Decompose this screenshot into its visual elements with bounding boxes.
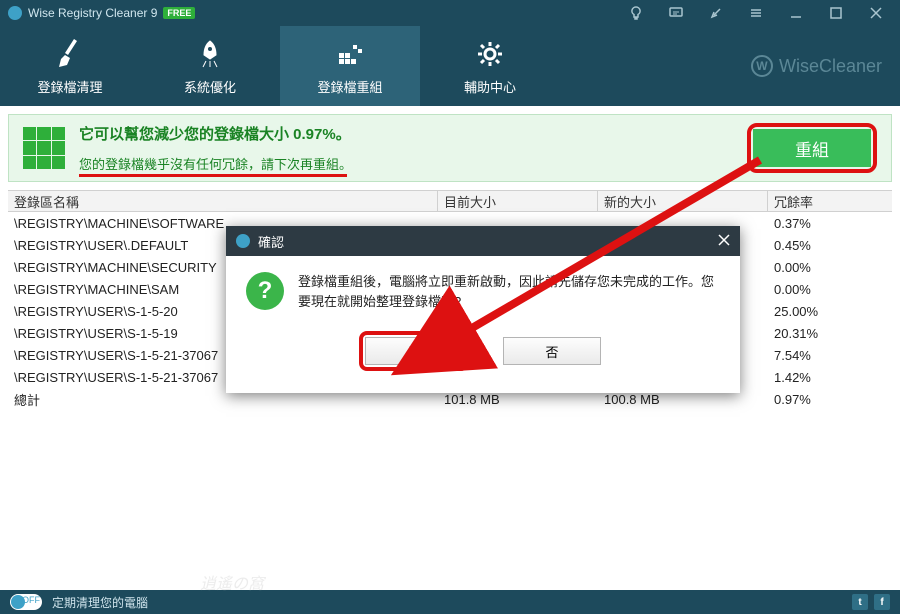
lightbulb-icon[interactable] <box>616 0 656 26</box>
rocket-icon <box>193 37 227 71</box>
col-new[interactable]: 新的大小 <box>598 191 768 211</box>
minimize-button[interactable] <box>776 0 816 26</box>
cell-ratio: 25.00% <box>768 304 892 319</box>
brand-text: WiseCleaner <box>779 56 882 77</box>
defrag-icon <box>333 37 367 71</box>
social-links: t f <box>852 594 890 610</box>
status-bar: OFF 定期清理您的電腦 t f <box>0 590 900 614</box>
brush-icon <box>53 37 87 71</box>
cell-ratio: 20.31% <box>768 326 892 341</box>
tab-label: 系統優化 <box>184 77 236 96</box>
col-name[interactable]: 登錄區名稱 <box>8 191 438 211</box>
wisecleaner-icon: W <box>751 55 773 77</box>
gear-icon <box>473 37 507 71</box>
tab-registry-clean[interactable]: 登錄檔清理 <box>0 26 140 106</box>
app-title: Wise Registry Cleaner 9 <box>28 6 157 20</box>
dialog-message: 登錄檔重組後，電腦將立即重新啟動，因此請先儲存您未完成的工作。您要現在就開始整理… <box>298 272 720 311</box>
tab-label: 輔助中心 <box>464 77 516 96</box>
tab-label: 登錄檔清理 <box>37 77 102 96</box>
question-icon: ? <box>246 272 284 310</box>
tab-system-optimize[interactable]: 系統優化 <box>140 26 280 106</box>
cell-new: 100.8 MB <box>598 392 768 407</box>
window-titlebar: Wise Registry Cleaner 9 FREE <box>0 0 900 26</box>
app-logo-icon <box>8 6 22 20</box>
cell-ratio: 0.00% <box>768 282 892 297</box>
col-ratio[interactable]: 冗餘率 <box>768 191 892 211</box>
red-highlight-annotation: 是 <box>359 331 469 371</box>
dialog-titlebar: 確認 <box>226 226 740 256</box>
settings-icon[interactable] <box>696 0 736 26</box>
cell-ratio: 0.97% <box>768 392 892 407</box>
table-header: 登錄區名稱 目前大小 新的大小 冗餘率 <box>8 190 892 212</box>
close-button[interactable] <box>856 0 896 26</box>
confirm-dialog: 確認 ? 登錄檔重組後，電腦將立即重新啟動，因此請先儲存您未完成的工作。您要現在… <box>226 226 740 393</box>
maximize-button[interactable] <box>816 0 856 26</box>
cell-ratio: 7.54% <box>768 348 892 363</box>
free-badge: FREE <box>163 7 195 19</box>
dialog-logo-icon <box>236 234 250 248</box>
facebook-icon[interactable]: f <box>874 594 890 610</box>
tab-help-center[interactable]: 輔助中心 <box>420 26 560 106</box>
tab-registry-defrag[interactable]: 登錄檔重組 <box>280 26 420 106</box>
twitter-icon[interactable]: t <box>852 594 868 610</box>
cell-current: 101.8 MB <box>438 392 598 407</box>
banner-title: 它可以幫您減少您的登錄檔大小 0.97%。 <box>79 123 352 144</box>
yes-button[interactable]: 是 <box>365 337 463 365</box>
cell-ratio: 0.37% <box>768 216 892 231</box>
brand-logo: W WiseCleaner <box>751 55 882 77</box>
cell-ratio: 1.42% <box>768 370 892 385</box>
status-text: 定期清理您的電腦 <box>52 594 148 611</box>
cell-ratio: 0.00% <box>768 260 892 275</box>
banner-subtitle: 您的登錄檔幾乎沒有任何冗餘，請下次再重組。 <box>79 154 352 173</box>
no-button[interactable]: 否 <box>503 337 601 365</box>
schedule-toggle[interactable]: OFF <box>10 594 42 610</box>
defrag-button[interactable]: 重組 <box>753 129 871 167</box>
red-highlight-annotation: 重組 <box>747 123 877 173</box>
dialog-close-button[interactable] <box>718 234 730 249</box>
tab-label: 登錄檔重組 <box>317 77 382 96</box>
cell-ratio: 0.45% <box>768 238 892 253</box>
main-toolbar: 登錄檔清理 系統優化 登錄檔重組 輔助中心 W WiseCleaner <box>0 26 900 106</box>
grid-icon <box>23 127 65 169</box>
col-current[interactable]: 目前大小 <box>438 191 598 211</box>
dialog-title: 確認 <box>258 232 284 251</box>
red-underline-annotation <box>79 174 347 177</box>
feedback-icon[interactable] <box>656 0 696 26</box>
menu-icon[interactable] <box>736 0 776 26</box>
info-banner: 它可以幫您減少您的登錄檔大小 0.97%。 您的登錄檔幾乎沒有任何冗餘，請下次再… <box>8 114 892 182</box>
